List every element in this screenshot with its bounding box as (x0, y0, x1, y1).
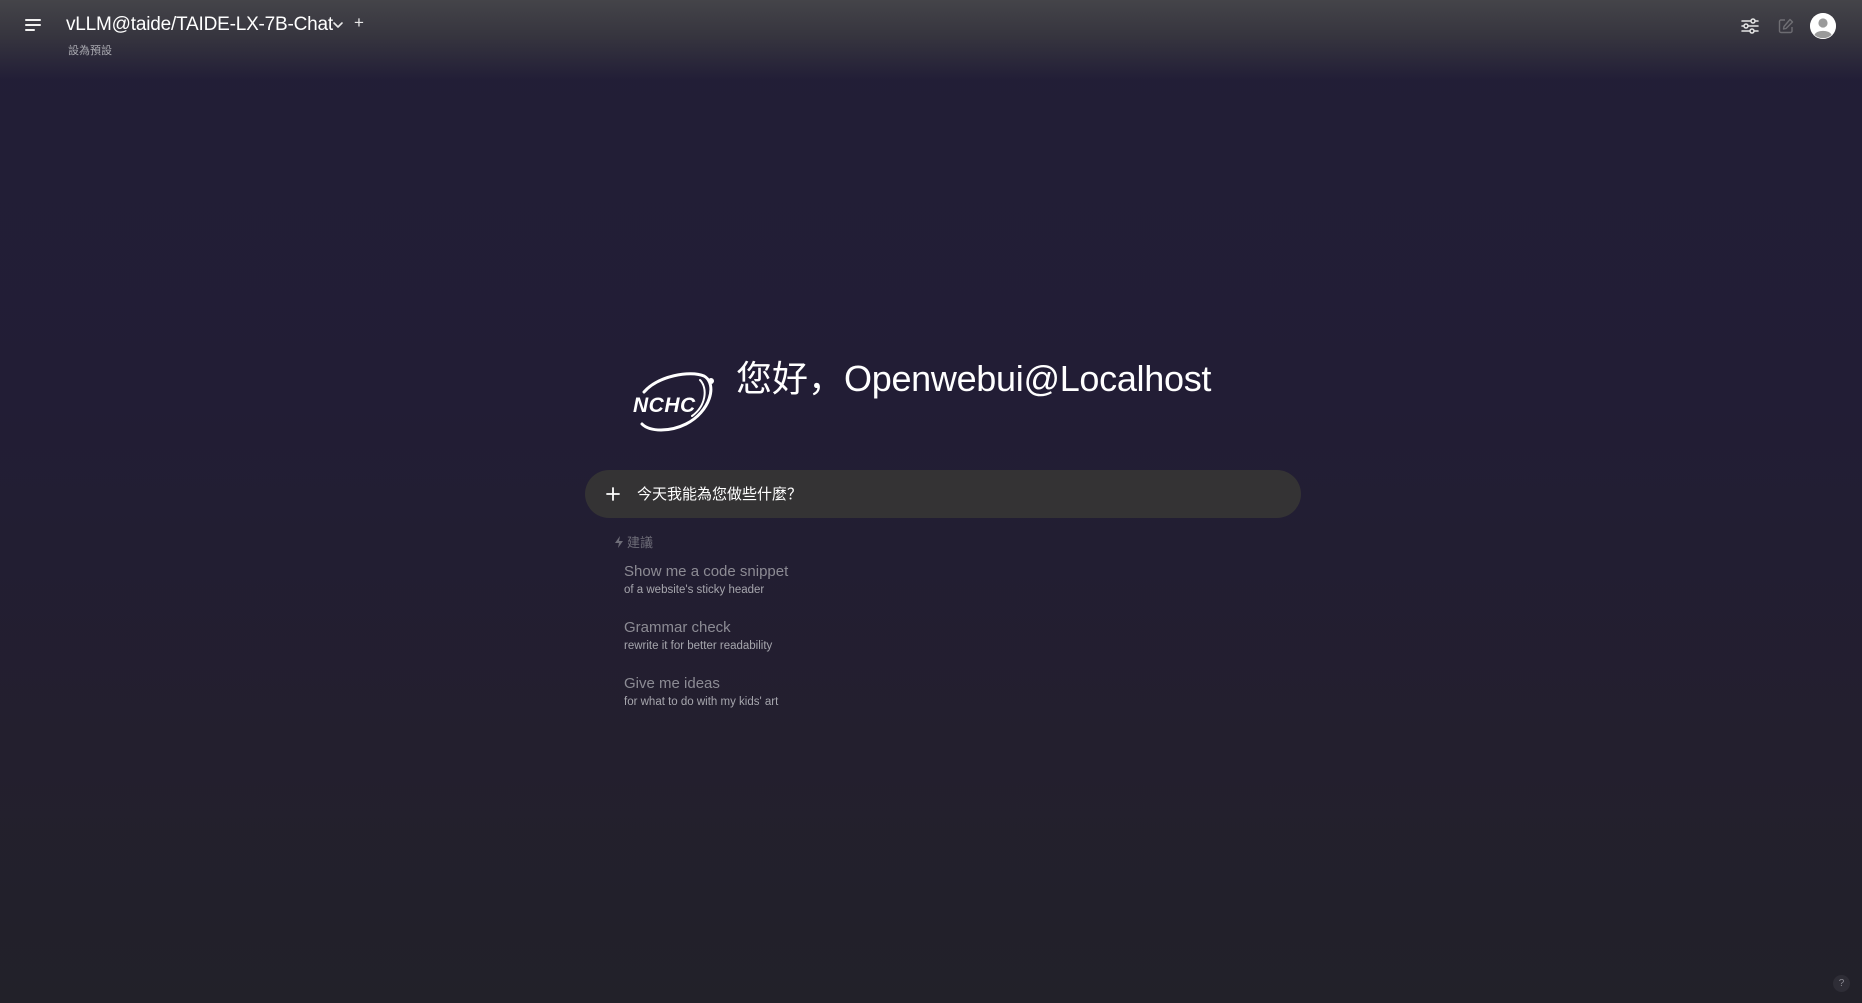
suggestion-item[interactable]: Give me ideas for what to do with my kid… (624, 675, 924, 708)
suggestion-title: Give me ideas (624, 675, 720, 692)
suggestion-title: Show me a code snippet (624, 563, 789, 580)
suggestion-subtitle: of a website's sticky header (624, 584, 765, 596)
chevron-down-icon[interactable] (331, 18, 345, 32)
suggestion-subtitle: for what to do with my kids' art (624, 696, 779, 708)
menu-icon (25, 19, 41, 21)
help-button[interactable]: ? (1833, 975, 1850, 992)
top-navbar: vLLM@taide/TAIDE-LX-7B-Chat + 設為預設 (0, 0, 1862, 80)
sidebar-toggle-button[interactable] (22, 14, 46, 38)
suggestion-item[interactable]: Show me a code snippet of a website's st… (624, 563, 924, 596)
chat-message-input[interactable] (637, 470, 1277, 518)
suggestions-label: 建議 (627, 535, 654, 550)
plus-icon[interactable] (601, 482, 625, 506)
suggestion-item[interactable]: Grammar check rewrite it for better read… (624, 619, 924, 652)
set-default-link[interactable]: 設為預設 (68, 42, 112, 58)
controls-sliders-icon[interactable] (1740, 16, 1760, 36)
nchc-logo: NCHC (633, 372, 714, 432)
suggestions-header: 建議 (614, 532, 653, 551)
bolt-icon (615, 536, 623, 548)
svg-text:NCHC: NCHC (633, 394, 696, 417)
user-silhouette-icon (1810, 13, 1836, 39)
new-chat-icon[interactable] (1777, 17, 1795, 35)
suggestion-title: Grammar check (624, 619, 731, 636)
chat-input-bar (585, 470, 1301, 518)
greeting-prefix: 您好， (736, 358, 845, 399)
welcome-greeting: 您好，Openwebui@Localhost (736, 350, 1211, 402)
model-selector[interactable]: vLLM@taide/TAIDE-LX-7B-Chat (66, 14, 333, 36)
greeting-user-name: Openwebui@Localhost (844, 358, 1212, 399)
user-avatar-icon[interactable] (1810, 13, 1836, 39)
suggestion-subtitle: rewrite it for better readability (624, 640, 773, 652)
add-model-button[interactable]: + (354, 13, 364, 33)
